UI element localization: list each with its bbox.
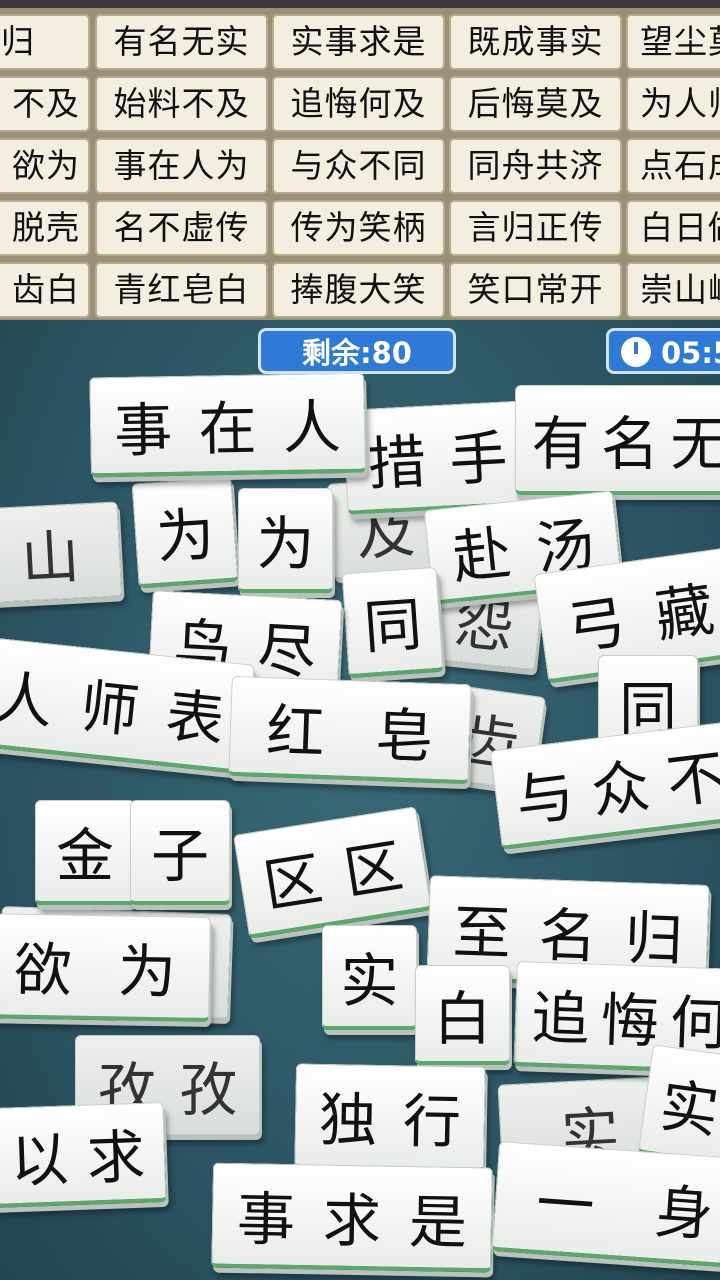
word-tile[interactable]: 金 [35, 800, 135, 905]
answer-cell: 名归 [0, 14, 90, 70]
answer-cell: 同舟共济 [449, 138, 622, 194]
answer-cell: 有名无实 [95, 14, 268, 70]
word-tile[interactable]: 一身 [491, 1141, 720, 1269]
word-tile[interactable]: 同 [341, 566, 444, 679]
answer-cell: 言归正传 [449, 200, 622, 256]
answer-cell: 笑口常开 [449, 262, 622, 318]
word-tile[interactable]: 事求是 [211, 1162, 493, 1273]
answer-cell: 白日做 [626, 200, 720, 256]
answer-cell: 后悔莫及 [449, 76, 622, 132]
word-tile[interactable]: 为 [131, 476, 239, 589]
timer-badge: 05:5 [606, 328, 720, 374]
word-tile[interactable]: 红皂 [228, 675, 472, 785]
word-tile[interactable]: 区区 [232, 806, 433, 939]
answer-cell: 追悔何及 [272, 76, 445, 132]
word-tile[interactable]: 欲为 [0, 913, 211, 1022]
answer-cell: 点石成 [626, 138, 720, 194]
answer-cell: 传为笑柄 [272, 200, 445, 256]
word-tile[interactable]: 山 [0, 501, 123, 604]
answer-cell: 崇山峻 [626, 262, 720, 318]
answer-cell: 欲为 [0, 138, 90, 194]
remaining-counter: 剩余:80 [258, 328, 456, 374]
answer-cell: 不及 [0, 76, 90, 132]
answer-cell: 与众不同 [272, 138, 445, 194]
top-strip [0, 0, 720, 8]
word-tile[interactable]: 独行 [294, 1063, 486, 1172]
word-tile[interactable]: 白 [415, 965, 510, 1065]
answer-cell: 事在人为 [95, 138, 268, 194]
word-tile[interactable]: 措手 [342, 400, 533, 515]
word-tile[interactable]: 以求 [0, 1101, 167, 1209]
answer-cell: 望尘莫 [626, 14, 720, 70]
answer-cell: 齿白 [0, 262, 90, 318]
word-tile[interactable]: 有名无 [515, 385, 720, 495]
answer-cell: 始料不及 [95, 76, 268, 132]
clock-icon [621, 337, 651, 367]
answer-cell: 青红皂白 [95, 262, 268, 318]
answer-cell: 捧腹大笑 [272, 262, 445, 318]
answer-cell: 实事求是 [272, 14, 445, 70]
word-tile[interactable]: 实 [637, 1044, 720, 1166]
answer-cell: 名不虚传 [95, 200, 268, 256]
answer-grid: 名归 有名无实 实事求是 既成事实 望尘莫 不及 始料不及 追悔何及 后悔莫及 … [0, 8, 720, 320]
answer-cell: 既成事实 [449, 14, 622, 70]
tile-board: 山 及 怨 齿 为 孜孜 实 为 为 措手 有名无 赴汤 同 弓藏 鸟尽 人师表… [0, 320, 720, 1280]
answer-cell: 为人师 [626, 76, 720, 132]
word-tile[interactable]: 实 [322, 925, 417, 1030]
word-tile[interactable]: 事在人 [89, 372, 366, 478]
word-tile[interactable]: 为 [238, 488, 333, 593]
word-tile[interactable]: 子 [130, 800, 230, 905]
timer-text: 05:5 [661, 336, 720, 370]
answer-cell: 脱壳 [0, 200, 90, 256]
